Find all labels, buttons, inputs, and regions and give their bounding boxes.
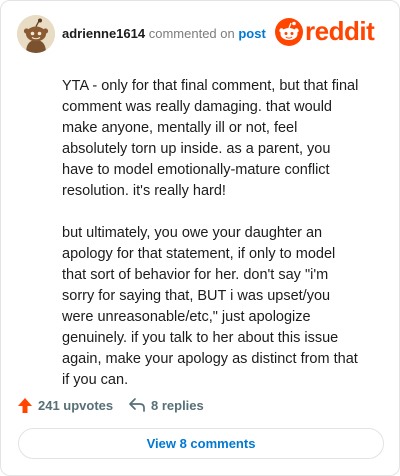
reddit-logo[interactable]: reddit xyxy=(275,16,383,47)
upvote-count: 241 upvotes xyxy=(38,397,114,413)
reply-count: 8 replies xyxy=(151,397,204,413)
post-link[interactable]: post xyxy=(238,26,265,41)
comment-stats: 241 upvotes 8 replies xyxy=(17,395,383,415)
username-link[interactable]: adrienne1614 xyxy=(62,26,145,41)
snoo-avatar-icon[interactable] xyxy=(17,15,55,53)
comment-header: adrienne1614 commented on post reddit xyxy=(17,15,383,53)
comment-byline: adrienne1614 commented on post xyxy=(62,26,266,41)
reddit-snoo-icon xyxy=(275,18,303,46)
comment-paragraph-2: but ultimately, you owe your daughter an… xyxy=(62,225,358,388)
commented-on-text: commented on xyxy=(148,26,235,41)
comment-body: YTA - only for that final comment, but t… xyxy=(62,76,362,412)
upvote-arrow-icon xyxy=(18,397,32,413)
reply-stat[interactable]: 8 replies xyxy=(128,395,204,415)
reddit-wordmark: reddit xyxy=(305,16,375,46)
upvote-stat[interactable]: 241 upvotes xyxy=(17,395,113,415)
view-comments-button[interactable]: View 8 comments xyxy=(18,428,384,459)
comment-card: adrienne1614 commented on post reddit YT… xyxy=(0,0,400,476)
reply-arrow-icon xyxy=(129,398,145,412)
comment-paragraph-1: YTA - only for that final comment, but t… xyxy=(62,78,359,199)
